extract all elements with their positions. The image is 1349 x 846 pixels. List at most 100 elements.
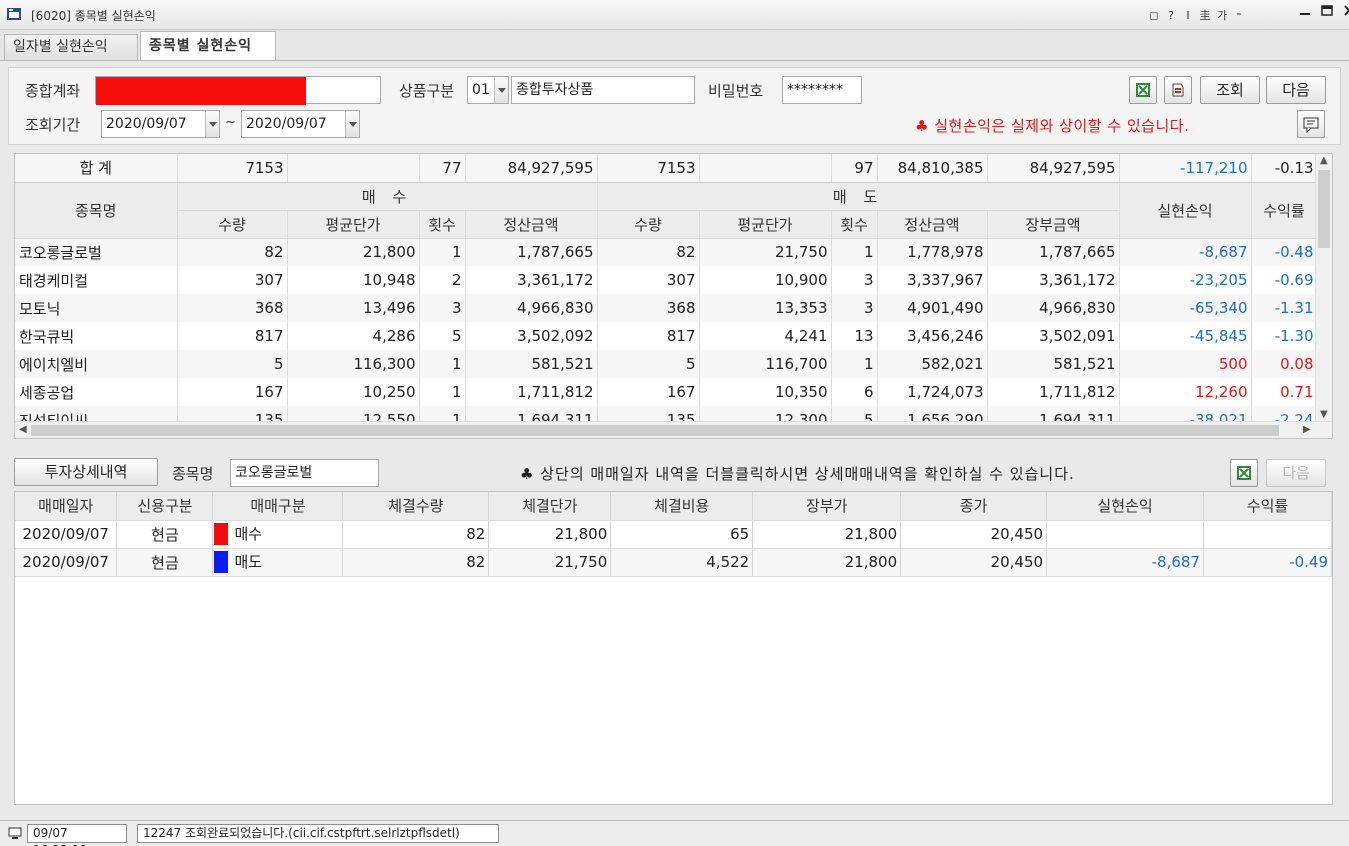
excel-export-button[interactable] [1129,76,1157,104]
cell-buy-qty: 368 [177,294,288,322]
date-from-picker[interactable]: 2020/09/07 [101,110,220,138]
cell-buy-cnt: 1 [419,350,466,378]
table-row[interactable]: 한국큐빅 817 4,286 5 3,502,092 817 4,241 13 3,456,24… [15,322,1318,350]
cell-buy-qty: 307 [177,266,288,294]
cell-sell-avg: 116,700 [699,350,832,378]
trade-type-label: 매수 [234,524,263,543]
detail-cell-close: 20,450 [900,520,1048,549]
cell-buy-qty: 167 [177,378,288,406]
title-bar: [6020] 종목별 실현손익 ◻ ? I 圭 가 ⁼ [0,0,1349,30]
account-redaction [96,77,306,105]
cell-sell-qty: 817 [597,322,700,350]
detail-cell-qty: 82 [342,548,490,577]
cell-pnl: -23,205 [1119,266,1252,294]
cell-buy-qty: 817 [177,322,288,350]
detail-excel-button[interactable] [1230,459,1258,487]
monitor-icon[interactable] [8,827,22,840]
maximize-icon[interactable] [1318,4,1336,18]
cell-sell-qty: 368 [597,294,700,322]
scroll-right-icon[interactable]: ▶ [1303,423,1311,437]
detail-cell-qty: 82 [342,520,490,549]
account-input[interactable] [95,76,381,105]
print-icon [1172,83,1184,97]
scroll-up-icon[interactable]: ▲ [1320,154,1328,168]
help-tool-icon[interactable]: ? [1165,9,1177,22]
vertical-scrollbar[interactable]: ▲ ▼ [1315,154,1332,423]
summary-row[interactable]: 합 계 7153 77 84,927,595 7153 97 84,810,38… [15,154,1318,183]
stock-name: 세종공업 [15,378,178,406]
comment-button[interactable] [1297,110,1325,138]
table-row[interactable]: 코오롱글로벌 82 21,800 1 1,787,665 82 21,750 1 1,778,9… [15,238,1318,266]
cell-buy-avg: 21,800 [287,238,420,266]
cursor-tool-icon[interactable]: I [1182,9,1194,22]
cell-rate: 0.71 [1251,378,1318,406]
horizontal-scrollbar[interactable]: ◀ ▶ [15,421,1332,438]
detail-cell-credit: 현금 [116,520,214,549]
table-row[interactable]: 2020/09/07 현금 매수 82 21,800 65 21,800 20,450 [15,520,1332,549]
cell-buy-cnt: 1 [419,378,466,406]
main-area: 종합계좌 상품구분 01 종합투자상품 비밀번호 ******** 조회 다음 … [0,60,1349,820]
chevron-down-icon[interactable] [345,111,359,137]
scroll-left-icon[interactable]: ◀ [19,423,27,437]
cell-sell-avg: 10,350 [699,378,832,406]
scroll-down-icon[interactable]: ▼ [1320,408,1328,422]
vertical-scroll-thumb[interactable] [1318,170,1330,248]
cell-sell-cnt: 3 [831,294,878,322]
cell-book-amt: 1,711,812 [987,378,1120,406]
detail-cell-date: 2020/09/07 [15,548,118,577]
print-tool-icon[interactable]: 圭 [1199,7,1211,23]
cell-buy-cnt: 2 [419,266,466,294]
trade-type-color-icon [214,523,229,546]
trade-type-label: 매도 [234,552,263,571]
next-button[interactable]: 다음 [1266,76,1326,104]
detail-cell-credit: 현금 [116,548,214,577]
detail-stock-field: 코오롱글로벌 [230,459,379,487]
cell-sell-cnt: 1 [831,238,878,266]
stock-name: 태경케미컬 [15,266,178,294]
chevron-down-icon[interactable] [494,77,508,103]
search-button[interactable]: 조회 [1200,76,1260,104]
product-code-select[interactable]: 01 [467,76,509,104]
tab-daily-realized-pnl[interactable]: 일자별 실현손익 [4,34,138,60]
password-label: 비밀번호 [708,82,764,100]
settings-tool-icon[interactable]: ⁼ [1233,9,1245,22]
account-label: 종합계좌 [25,82,81,100]
detail-cell-pnl: -8,687 [1046,548,1204,577]
header-buy-count: 횟수 [419,210,466,239]
group-header-row: 종목명 매 수 매 도 실현손익 수익률 [15,182,1318,239]
cell-buy-amt: 3,361,172 [465,266,598,294]
detail-cell-book: 21,800 [752,548,902,577]
cell-book-amt: 3,361,172 [987,266,1120,294]
detail-next-button: 다음 [1266,459,1326,487]
cell-book-amt: 581,521 [987,350,1120,378]
trade-detail-table: 매매일자 신용구분 매매구분 체결수량 체결단가 체결비용 장부가 종가 실현손… [15,492,1332,577]
date-to-picker[interactable]: 2020/09/07 [241,110,360,138]
window-controls [1296,4,1349,18]
app-window-icon [7,8,21,20]
horizontal-scroll-thumb[interactable] [31,425,1279,436]
comment-icon [1303,117,1319,134]
table-row[interactable]: 2020/09/07 현금 매도 82 21,750 4,522 21,800 20,450-… [15,548,1332,577]
cell-buy-amt: 581,521 [465,350,598,378]
font-tool-icon[interactable]: 가 [1216,7,1228,23]
detail-cell-kind: 매도 [212,548,344,577]
table-row[interactable]: 태경케미컬 307 10,948 2 3,361,172 307 10,900 3 3,337,… [15,266,1318,294]
table-row[interactable]: 에이치엘비 5 116,300 1 581,521 5 116,700 1 582,021 581… [15,350,1318,378]
table-row[interactable]: 세종공업 167 10,250 1 1,711,812 167 10,350 6 1,724,0… [15,378,1318,406]
close-icon[interactable] [1340,4,1349,18]
cell-buy-qty: 82 [177,238,288,266]
minimize-icon[interactable] [1296,4,1314,18]
password-input[interactable]: ******** [782,76,862,104]
tab-stock-realized-pnl[interactable]: 종목별 실현손익 [140,31,276,60]
chevron-down-icon[interactable] [205,111,219,137]
cell-rate: 0.08 [1251,350,1318,378]
table-row[interactable]: 모토닉 368 13,496 3 4,966,830 368 13,353 3 4,901,49… [15,294,1318,322]
stock-pnl-grid: 합 계 7153 77 84,927,595 7153 97 84,810,38… [14,153,1333,439]
period-label: 조회기간 [25,116,81,134]
stock-name: 에이치엘비 [15,350,178,378]
header-sell-amount: 정산금액 [877,210,988,239]
investment-detail-button[interactable]: 투자상세내역 [14,458,158,486]
memo-tool-icon[interactable]: ◻ [1148,9,1160,22]
stock-name: 한국큐빅 [15,322,178,350]
print-button[interactable] [1164,76,1192,104]
